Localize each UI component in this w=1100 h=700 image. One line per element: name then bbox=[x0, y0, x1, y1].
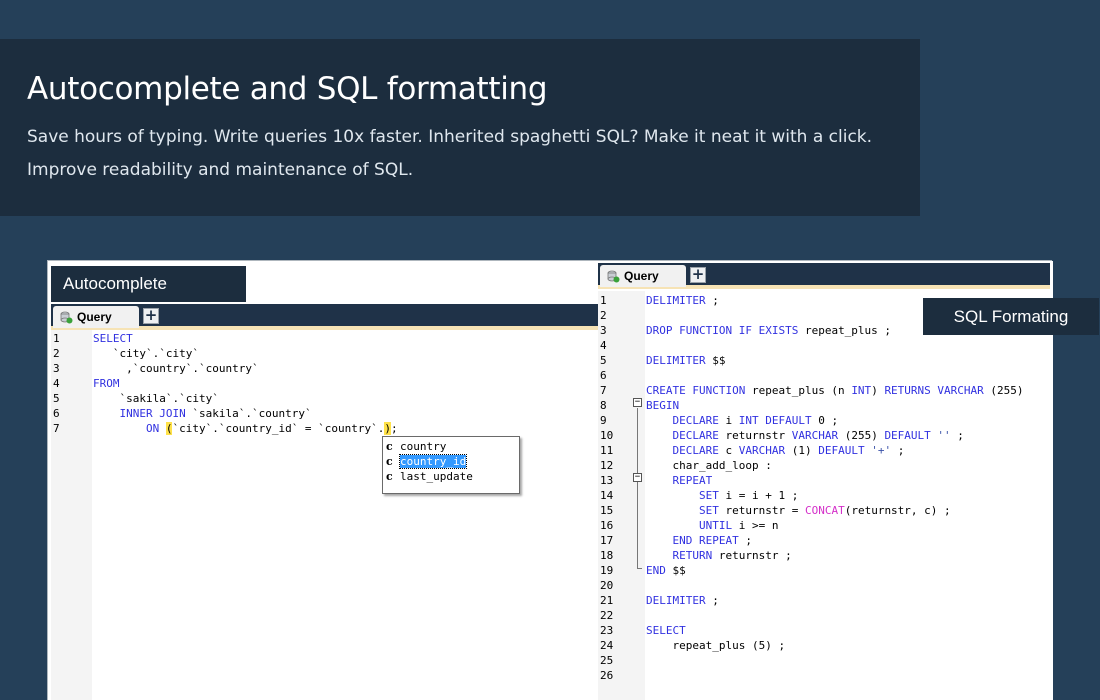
query-tab-label: Query bbox=[77, 310, 112, 324]
line-number: 20 bbox=[600, 579, 614, 592]
line-number: 11 bbox=[600, 444, 614, 457]
hero-description: Save hours of typing. Write queries 10x … bbox=[27, 127, 873, 180]
line-number: 19 bbox=[600, 564, 614, 577]
line-number: 1 bbox=[53, 332, 60, 345]
line-numbers: 1 2 3 4 5 6 7 bbox=[53, 331, 60, 436]
fold-guide bbox=[637, 568, 642, 569]
formatting-editor: Query + 1 2 3 4 5 6 7 8 9 10 11 12 13 14 15 16 17 18 19 20 2… bbox=[598, 261, 1099, 700]
new-tab-button[interactable]: + bbox=[143, 308, 159, 324]
line-number: 2 bbox=[600, 309, 607, 322]
line-number: 23 bbox=[600, 624, 614, 637]
collapse-block-icon[interactable]: − bbox=[633, 398, 642, 407]
line-numbers: 1 2 3 4 5 6 7 8 9 10 11 12 13 14 15 16 17 18 19 20 21 22 23 24 2… bbox=[600, 293, 613, 683]
hero-banner: Autocomplete and SQL formatting Save hou… bbox=[0, 39, 920, 216]
screenshot-frame: Autocomplete Query + 1234567 SELECT `cit… bbox=[47, 260, 1099, 700]
line-number: 18 bbox=[600, 549, 614, 562]
line-number: 6 bbox=[600, 369, 607, 382]
line-number: 6 bbox=[53, 407, 60, 420]
query-tab-label: Query bbox=[624, 269, 659, 283]
line-number: 4 bbox=[53, 377, 60, 390]
formatted-sql-code[interactable]: DELIMITER ; DROP FUNCTION IF EXISTS repe… bbox=[646, 293, 1024, 653]
column-icon: c bbox=[386, 455, 393, 468]
query-tab[interactable]: Query bbox=[600, 265, 686, 287]
column-icon: c bbox=[386, 470, 393, 483]
line-number: 7 bbox=[53, 422, 60, 435]
line-number: 4 bbox=[600, 339, 607, 352]
line-number: 5 bbox=[600, 354, 607, 367]
new-tab-button[interactable]: + bbox=[690, 267, 706, 283]
line-number: 15 bbox=[600, 504, 614, 517]
hero-title: Autocomplete and SQL formatting bbox=[27, 71, 548, 107]
line-number: 26 bbox=[600, 669, 614, 682]
line-number: 5 bbox=[53, 392, 60, 405]
autocomplete-dropdown[interactable]: c country c country_id c last_update bbox=[382, 436, 520, 494]
line-number: 13 bbox=[600, 474, 614, 487]
fold-guide bbox=[637, 408, 638, 568]
column-icon: c bbox=[386, 440, 393, 453]
line-number: 25 bbox=[600, 654, 614, 667]
line-number: 8 bbox=[600, 399, 607, 412]
line-number: 22 bbox=[600, 609, 614, 622]
sql-formatting-label: SQL Formating bbox=[923, 298, 1099, 335]
line-number: 16 bbox=[600, 519, 614, 532]
line-number: 14 bbox=[600, 489, 614, 502]
query-icon bbox=[60, 311, 73, 324]
autocomplete-label: Autocomplete bbox=[51, 266, 246, 302]
editor-tabbar: Query + bbox=[51, 304, 598, 330]
line-number: 24 bbox=[600, 639, 614, 652]
line-number: 3 bbox=[53, 362, 60, 375]
line-number: 17 bbox=[600, 534, 614, 547]
line-number: 7 bbox=[600, 384, 607, 397]
line-number: 1 bbox=[600, 294, 607, 307]
collapse-block-icon[interactable]: − bbox=[633, 473, 642, 482]
autocomplete-editor: Autocomplete Query + 1 2 3 4 5 6 7 SELECT `cit… bbox=[48, 261, 598, 700]
query-tab[interactable]: Query bbox=[53, 306, 139, 328]
autocomplete-item-selected[interactable]: c country_id bbox=[385, 454, 517, 469]
query-icon bbox=[607, 270, 620, 283]
autocomplete-item[interactable]: c country bbox=[385, 439, 517, 454]
line-number: 9 bbox=[600, 414, 607, 427]
autocomplete-item[interactable]: c last_update bbox=[385, 469, 517, 484]
line-number: 21 bbox=[600, 594, 614, 607]
sql-code[interactable]: SELECT `city`.`city` ,`country`.`country… bbox=[93, 331, 398, 436]
line-number: 2 bbox=[53, 347, 60, 360]
line-number: 10 bbox=[600, 429, 614, 442]
line-number: 12 bbox=[600, 459, 614, 472]
editor-tabbar: Query + bbox=[598, 263, 1050, 289]
line-number: 3 bbox=[600, 324, 607, 337]
